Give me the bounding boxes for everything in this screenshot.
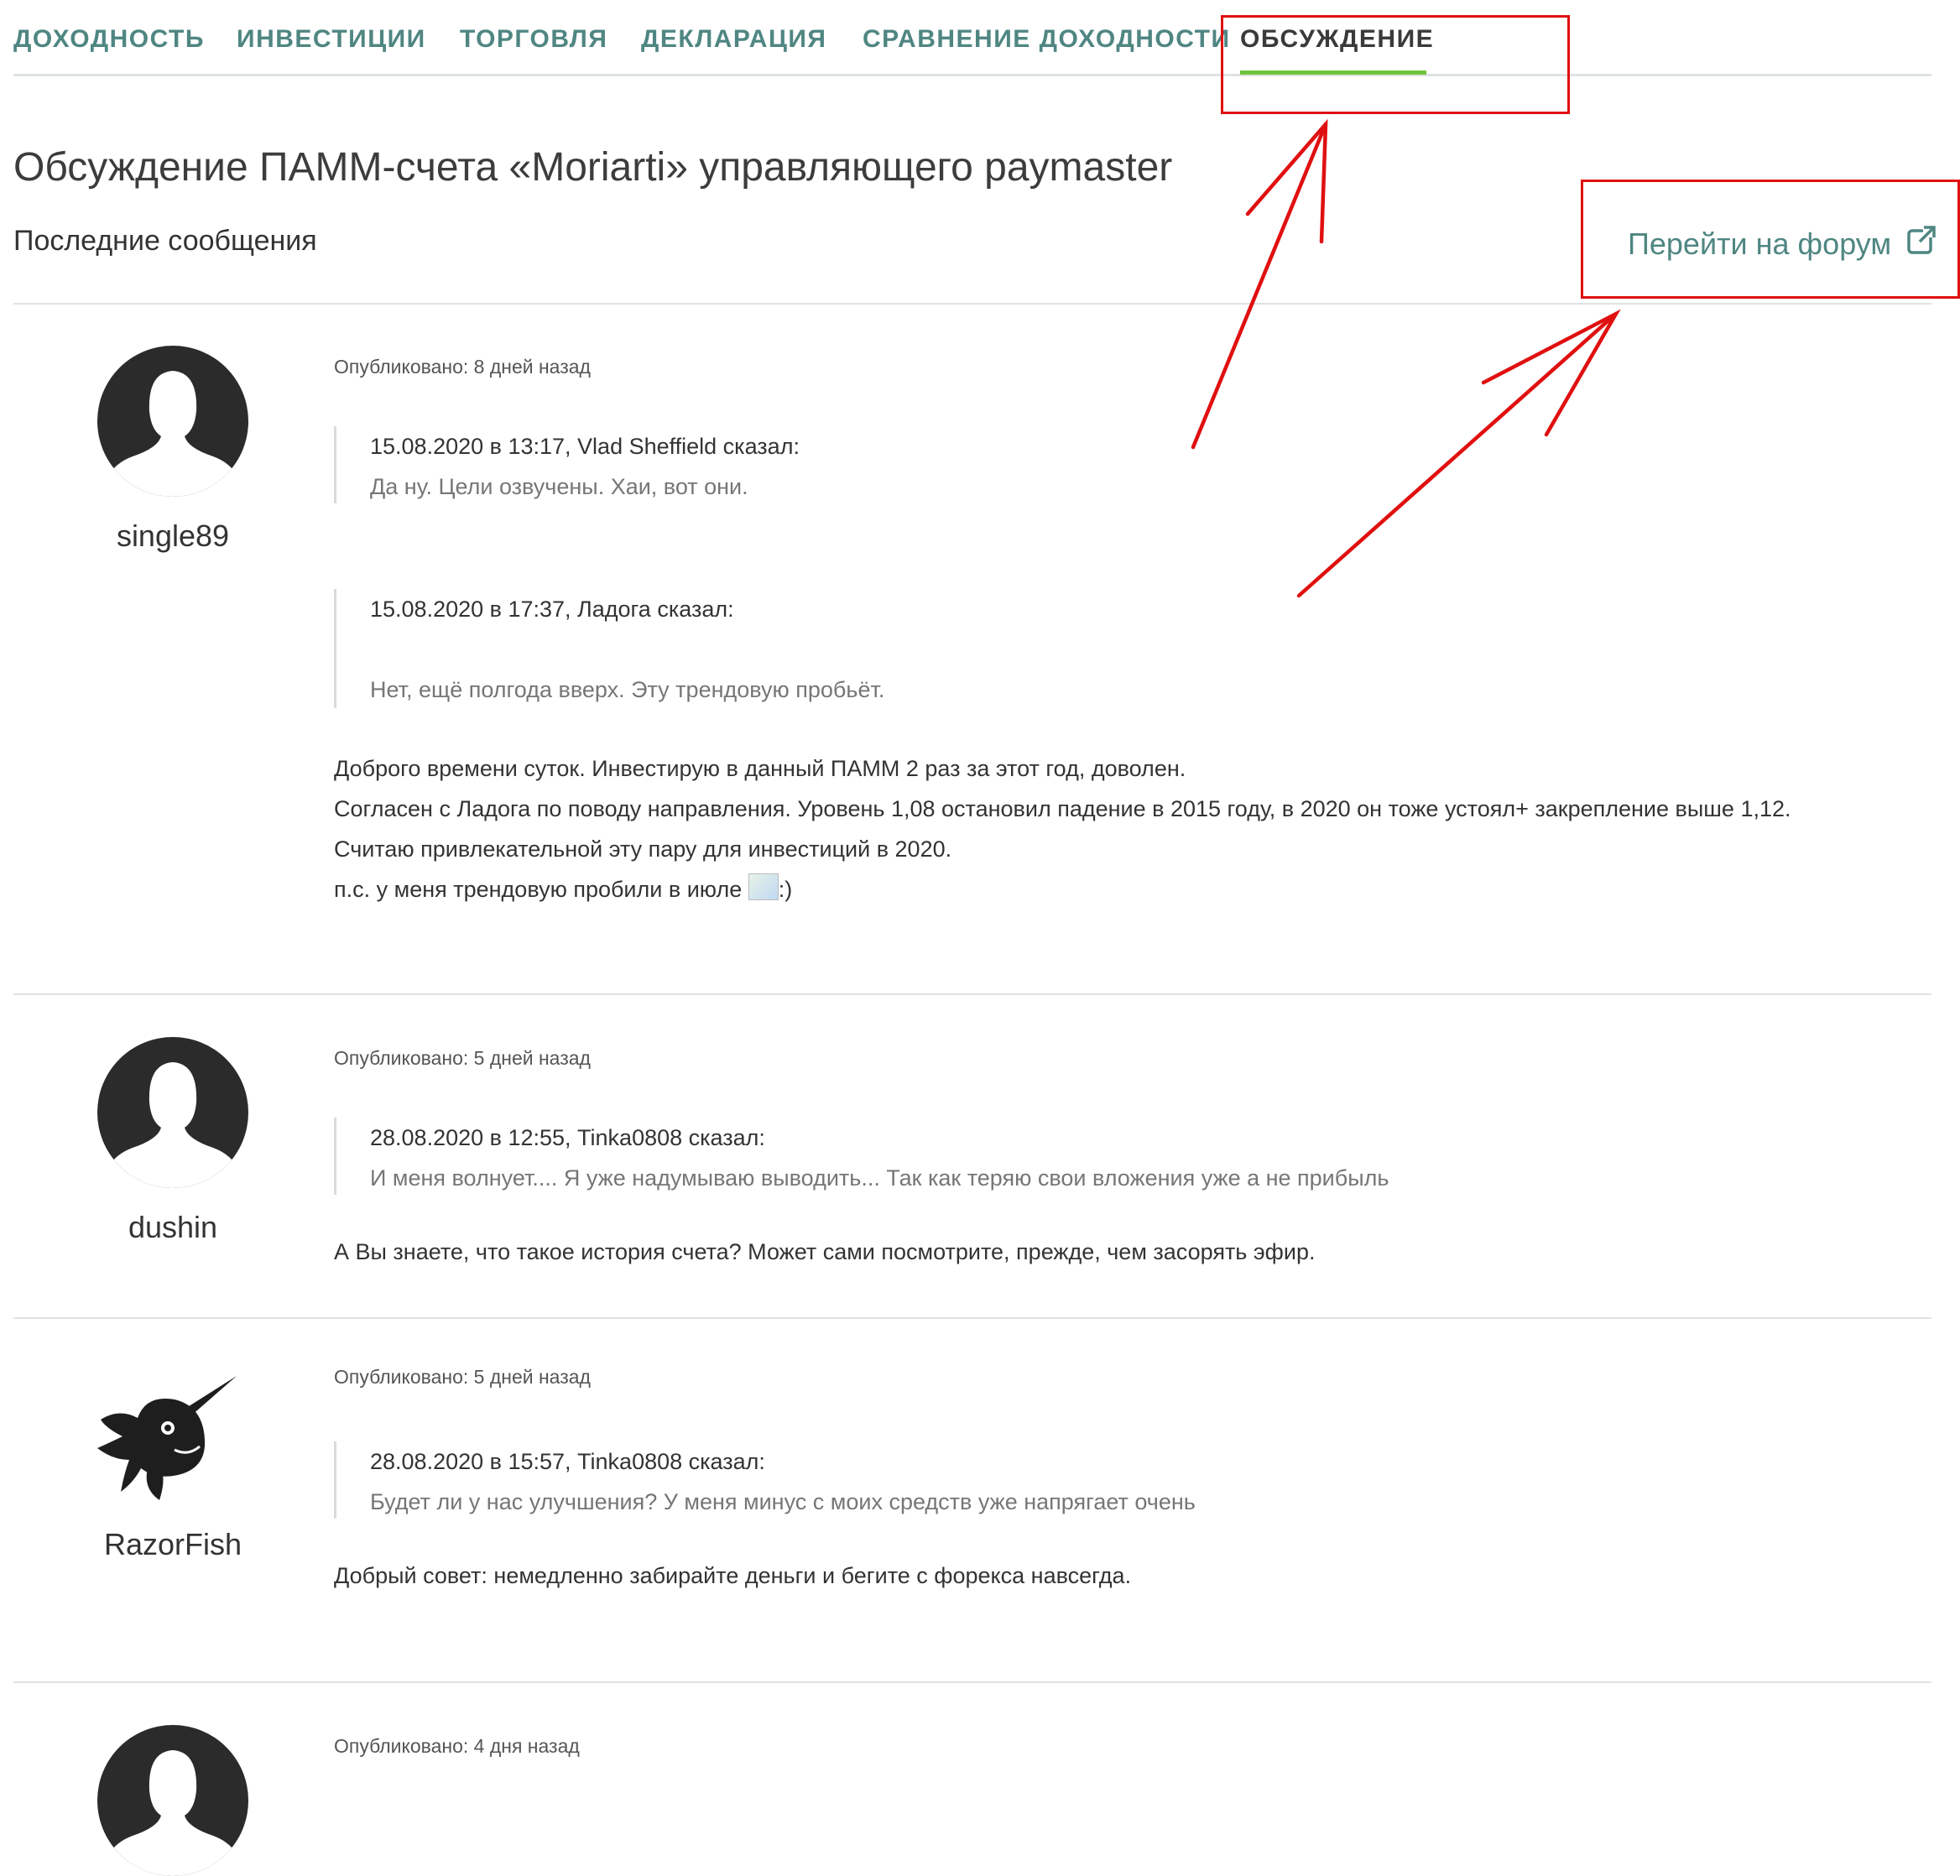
post-date: Опубликовано: 4 дня назад <box>334 1735 580 1757</box>
avatar-silhouette[interactable] <box>97 346 248 497</box>
quote-text: Да ну. Цели озвучены. Хаи, вот они. <box>370 474 748 499</box>
post-line: п.с. у меня трендовую пробили в июле :) <box>334 869 1791 909</box>
post-body: Добрый совет: немедленно забирайте деньг… <box>334 1556 1131 1596</box>
username[interactable]: RazorFish <box>0 1527 346 1562</box>
quote-block: 15.08.2020 в 17:37, Ладога сказал: Нет, … <box>334 589 884 708</box>
post-divider <box>13 1317 1931 1319</box>
avatar-silhouette[interactable] <box>97 1037 248 1188</box>
broken-image-icon <box>748 873 779 900</box>
post-date: Опубликовано: 5 дней назад <box>334 1047 591 1069</box>
post-divider <box>13 993 1931 995</box>
username[interactable]: dushin <box>0 1210 346 1245</box>
tab-bar: ДОХОДНОСТЬ ИНВЕСТИЦИИ ТОРГОВЛЯ ДЕКЛАРАЦИ… <box>13 0 1931 76</box>
annotation-box-forum-link <box>1581 180 1960 299</box>
header-divider <box>13 303 1931 305</box>
tab-trading[interactable]: ТОРГОВЛЯ <box>460 25 607 54</box>
quote-block: 15.08.2020 в 13:17, Vlad Sheffield сказа… <box>334 426 800 503</box>
quote-author: 28.08.2020 в 15:57, Tinka0808 сказал: <box>370 1449 765 1474</box>
post-line: Согласен с Ладога по поводу направления.… <box>334 796 1791 821</box>
quote-text: И меня волнует.... Я уже надумываю вывод… <box>370 1165 1389 1191</box>
post-date: Опубликовано: 5 дней назад <box>334 1366 591 1388</box>
post-body: А Вы знаете, что такое история счета? Мо… <box>334 1232 1315 1272</box>
quote-text: Нет, ещё полгода вверх. Эту трендовую пр… <box>370 677 885 702</box>
quote-text: Будет ли у нас улучшения? У меня минус с… <box>370 1489 1196 1514</box>
post-body: Доброго времени суток. Инвестирую в данн… <box>334 748 1791 909</box>
section-subtitle: Последние сообщения <box>13 225 317 257</box>
avatar-silhouette[interactable] <box>97 1725 248 1876</box>
post-line: Доброго времени суток. Инвестирую в данн… <box>334 756 1186 781</box>
quote-author: 28.08.2020 в 12:55, Tinka0808 сказал: <box>370 1125 765 1150</box>
avatar-fish[interactable] <box>94 1369 242 1503</box>
post-date: Опубликовано: 8 дней назад <box>334 356 591 378</box>
post-line: Добрый совет: немедленно забирайте деньг… <box>334 1563 1132 1588</box>
page-title: Обсуждение ПАММ-счета «Moriarti» управля… <box>13 145 1173 190</box>
quote-author: 15.08.2020 в 13:17, Vlad Sheffield сказа… <box>370 434 800 459</box>
tab-investments[interactable]: ИНВЕСТИЦИИ <box>237 25 426 54</box>
quote-author: 15.08.2020 в 17:37, Ладога сказал: <box>370 597 734 622</box>
tab-declaration[interactable]: ДЕКЛАРАЦИЯ <box>641 25 826 54</box>
username[interactable]: single89 <box>0 519 346 554</box>
annotation-box-discussion-tab <box>1221 15 1570 114</box>
post-line: А Вы знаете, что такое история счета? Мо… <box>334 1239 1316 1264</box>
post-line: Считаю привлекательной эту пару для инве… <box>334 836 952 862</box>
quote-block: 28.08.2020 в 12:55, Tinka0808 сказал: И … <box>334 1118 1389 1195</box>
tab-profitability[interactable]: ДОХОДНОСТЬ <box>13 25 205 54</box>
tab-comparison[interactable]: СРАВНЕНИЕ ДОХОДНОСТИ <box>863 25 1231 54</box>
post-divider <box>13 1681 1931 1683</box>
quote-block: 28.08.2020 в 15:57, Tinka0808 сказал: Бу… <box>334 1441 1196 1519</box>
